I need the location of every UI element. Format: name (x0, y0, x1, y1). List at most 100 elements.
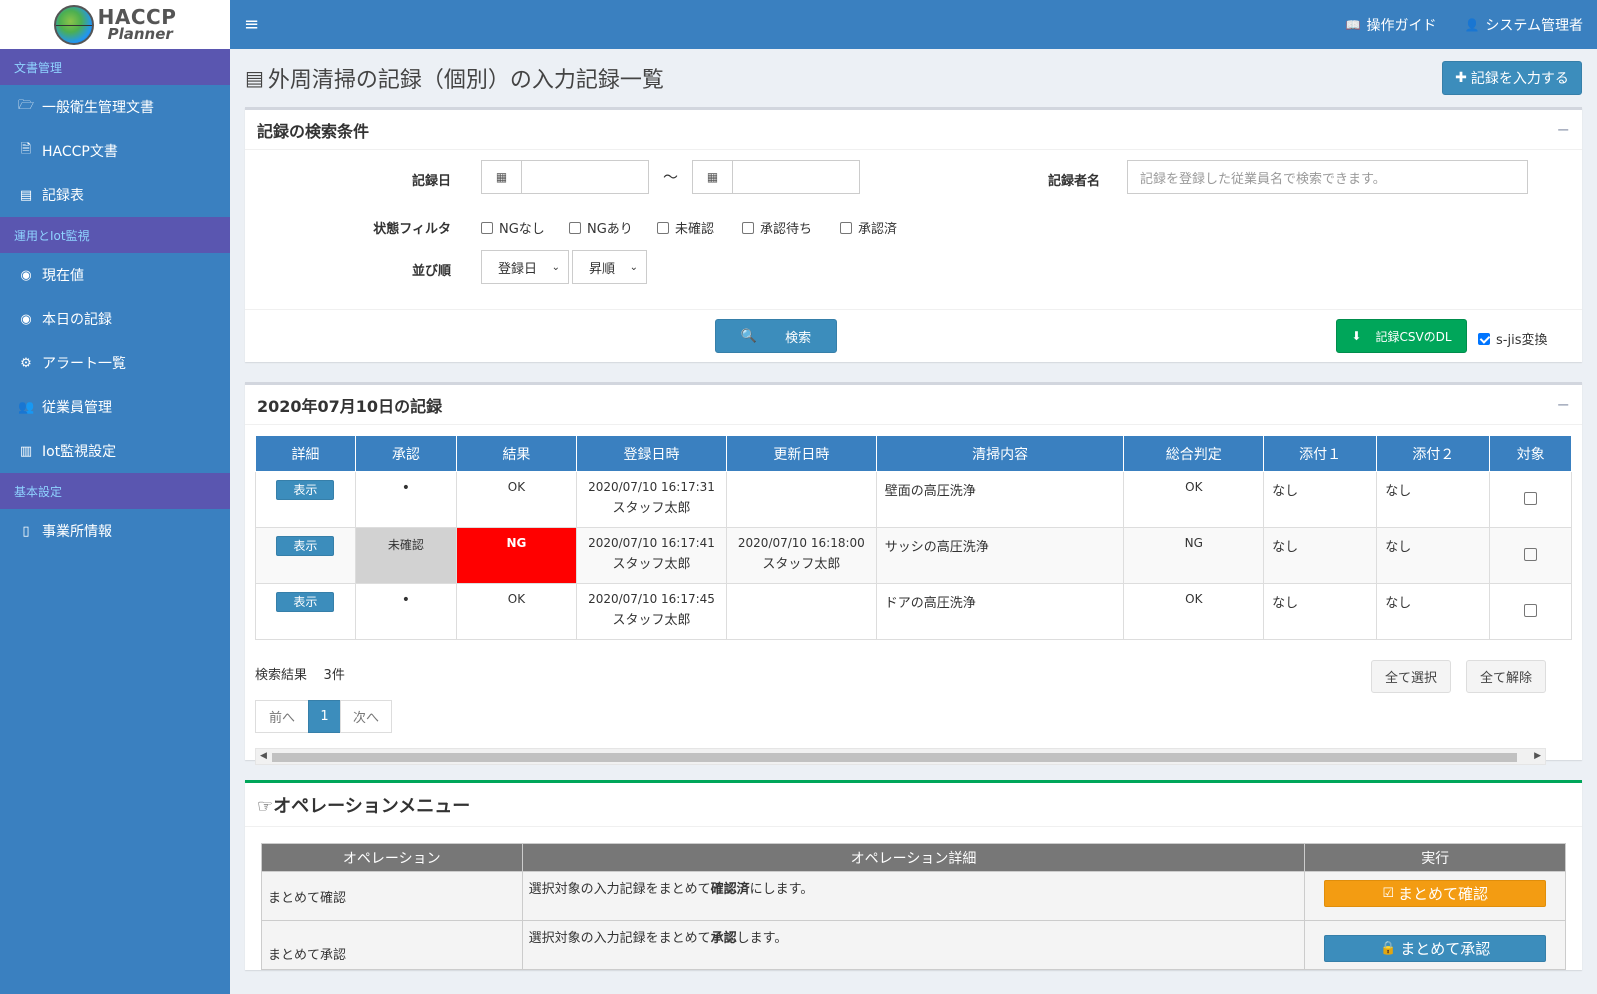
download-csv-button[interactable]: ⬇ 記録CSVのDL (1336, 319, 1467, 353)
date-from-input[interactable] (522, 161, 648, 193)
date-to-field[interactable]: ▦ (692, 160, 860, 194)
sidebar-item-office-info[interactable]: ▯ 事業所情報 (0, 509, 230, 553)
operation-action-cell: ☑ まとめて確認 (1304, 871, 1566, 921)
bulk-approve-button[interactable]: 🔒 まとめて承認 (1324, 935, 1547, 962)
operation-panel-title: ☞オペレーションメニュー (257, 792, 470, 818)
sjis-convert-checkbox[interactable]: s-jis変換 (1478, 329, 1547, 348)
created-cell: 2020/07/10 16:17:45 スタッフ太郎 (576, 583, 727, 640)
created-by: スタッフ太郎 (612, 613, 691, 628)
scroll-right-icon[interactable]: ▶ (1534, 751, 1541, 761)
filter-awaiting-approval[interactable]: 承認待ち (742, 218, 812, 237)
sidebar-item-employees[interactable]: 👥 従業員管理 (0, 385, 230, 429)
sidebar-item-record-sheets[interactable]: ▤ 記録表 (0, 173, 230, 217)
result-cell: OK (455, 583, 578, 640)
menu-toggle-icon[interactable]: ≡ (244, 14, 259, 35)
document-icon: 🗎 (20, 142, 32, 157)
operation-detail-cell: 選択対象の入力記録をまとめて承認します。 (521, 920, 1306, 970)
filter-unconfirmed[interactable]: 未確認 (657, 218, 714, 237)
records-table: 詳細 承認 結果 登録日時 更新日時 清掃内容 総合判定 添付１ 添付２ 対象 (255, 435, 1572, 640)
cleaning-content-cell: サッシの高圧洗浄 (875, 527, 1125, 584)
attachment1-cell: なし (1263, 471, 1378, 528)
sidebar-item-alerts[interactable]: ⚙ アラート一覧 (0, 341, 230, 385)
sidebar-item-today-records[interactable]: ◉ 本日の記録 (0, 297, 230, 341)
search-button-label: 検索 (785, 330, 812, 346)
row-select-checkbox[interactable] (1524, 548, 1538, 561)
search-icon: 🔍 (740, 328, 758, 344)
operation-detail-emphasis: 確認済 (710, 882, 750, 897)
bulk-confirm-button[interactable]: ☑ まとめて確認 (1324, 880, 1547, 907)
download-icon: ⬇ (1351, 329, 1362, 343)
created-cell: 2020/07/10 16:17:41 スタッフ太郎 (576, 527, 727, 584)
operation-panel: ☞オペレーションメニュー オペレーション オペレーション詳細 実行 まとめて確認… (245, 780, 1582, 970)
sidebar-item-current-values[interactable]: ◉ 現在値 (0, 253, 230, 297)
bar-chart-icon: ▥ (19, 443, 33, 459)
list-alt-icon: ▤ (245, 66, 264, 90)
table-header-row: オペレーション オペレーション詳細 実行 (261, 843, 1566, 872)
add-record-button[interactable]: ✚ 記録を入力する (1442, 61, 1582, 95)
chevron-down-icon: ⌄ (629, 261, 638, 273)
recorder-name-label: 記録者名 (1047, 174, 1100, 189)
folder-open-icon: 🗁 (18, 98, 35, 113)
select-all-button[interactable]: 全て選択 (1371, 660, 1451, 693)
collapse-minus-icon[interactable]: − (1557, 120, 1570, 139)
judgement-cell: NG (1123, 527, 1265, 584)
judgement-cell: OK (1123, 583, 1265, 640)
view-record-button[interactable]: 表示 (276, 480, 335, 500)
attachment1-cell: なし (1263, 583, 1378, 640)
scroll-left-icon[interactable]: ◀ (260, 751, 267, 761)
date-to-input[interactable] (733, 161, 859, 193)
filter-ng-exists[interactable]: NGあり (569, 218, 633, 237)
search-button[interactable]: 🔍 検索 (715, 319, 837, 353)
view-record-button[interactable]: 表示 (276, 592, 335, 612)
sidebar-item-iot-settings[interactable]: ▥ Iot監視設定 (0, 429, 230, 473)
row-select-checkbox[interactable] (1524, 604, 1538, 617)
attachment2-cell: なし (1376, 471, 1491, 528)
calendar-icon: ▦ (482, 161, 522, 193)
sidebar-item-haccp-docs[interactable]: 🗎 HACCP文書 (0, 129, 230, 173)
approval-cell: • (354, 471, 457, 528)
filter-ng-none[interactable]: NGなし (481, 218, 545, 237)
user-menu[interactable]: 👤 システム管理者 (1464, 15, 1583, 35)
updated-cell: 2020/07/10 16:18:00 スタッフ太郎 (725, 527, 877, 584)
updated-by: スタッフ太郎 (762, 557, 841, 572)
bulk-approve-label: まとめて承認 (1400, 940, 1491, 958)
operation-name-cell: まとめて承認 (261, 920, 523, 970)
operation-guide-link[interactable]: 📖 操作ガイド (1346, 15, 1437, 35)
page-title-text: 外周清掃の記録（個別）の入力記録一覧 (267, 68, 664, 93)
sidebar: HACCP Planner 文書管理 🗁 一般衛生管理文書 🗎 HACCP文書 … (0, 0, 230, 994)
date-from-field[interactable]: ▦ (481, 160, 649, 194)
view-record-button[interactable]: 表示 (276, 536, 335, 556)
column-header: 総合判定 (1123, 435, 1265, 472)
lock-icon: 🔒 (1380, 941, 1397, 956)
collapse-minus-icon[interactable]: − (1557, 395, 1570, 414)
judgement-cell: OK (1123, 471, 1265, 528)
users-icon: 👥 (18, 399, 35, 415)
sort-field-select[interactable]: 登録日 ⌄ (481, 250, 569, 284)
filter-approved[interactable]: 承認済 (840, 218, 897, 237)
pagination-page[interactable]: 1 (308, 700, 341, 733)
column-header: オペレーション (261, 843, 523, 872)
scrollbar-thumb[interactable] (272, 753, 1517, 762)
horizontal-scrollbar[interactable]: ◀ ▶ (255, 748, 1546, 765)
brand-line2: Planner (107, 25, 173, 43)
sidebar-item-general-hygiene[interactable]: 🗁 一般衛生管理文書 (0, 85, 230, 129)
filter-awaiting-approval-label: 承認待ち (760, 222, 813, 237)
pagination-prev[interactable]: 前へ (255, 700, 309, 733)
created-datetime: 2020/07/10 16:17:31 (588, 480, 715, 494)
operation-detail-text: します。 (736, 931, 788, 946)
pagination-next[interactable]: 次へ (340, 700, 392, 733)
table-header-row: 詳細 承認 結果 登録日時 更新日時 清掃内容 総合判定 添付１ 添付２ 対象 (255, 435, 1572, 472)
brand-logo[interactable]: HACCP Planner (0, 0, 230, 49)
filter-ng-none-label: NGなし (499, 222, 545, 237)
column-header: 添付１ (1263, 435, 1378, 472)
sort-direction-select[interactable]: 昇順 ⌄ (572, 250, 647, 284)
row-select-checkbox[interactable] (1524, 492, 1538, 505)
sidebar-item-label: 現在値 (42, 268, 84, 284)
created-by: スタッフ太郎 (612, 557, 691, 572)
sidebar-item-label: 本日の記録 (42, 312, 112, 328)
hand-pointer-icon: ☞ (257, 795, 274, 817)
deselect-all-button[interactable]: 全て解除 (1466, 660, 1546, 693)
recorder-name-input[interactable]: 記録を登録した従業員名で検索できます。 (1127, 160, 1528, 194)
main-content: ▤ 外周清掃の記録（個別）の入力記録一覧 ✚ 記録を入力する 記録の検索条件 −… (245, 49, 1582, 990)
filter-unconfirmed-label: 未確認 (675, 222, 715, 237)
